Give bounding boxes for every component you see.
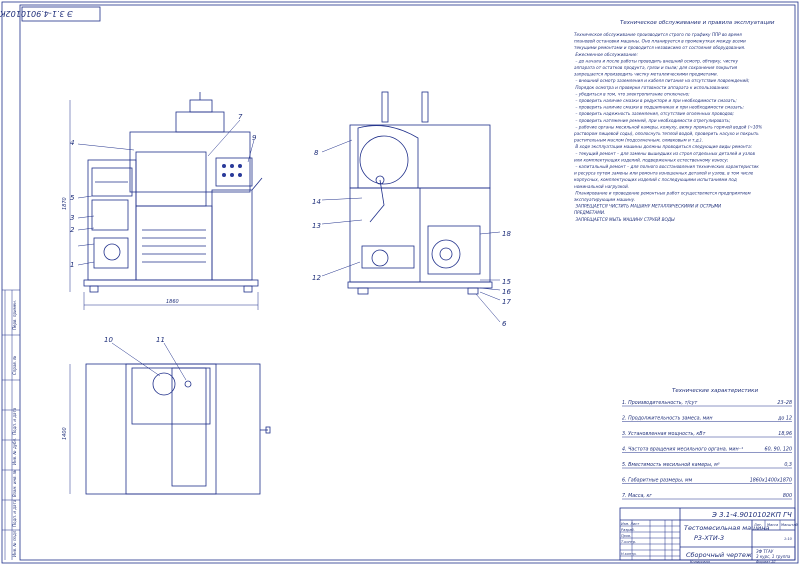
notes-line: аппарата от остатков продукта, грязи и п… bbox=[574, 65, 738, 70]
callout-label: 16 bbox=[502, 288, 511, 296]
callout-label: 11 bbox=[156, 336, 165, 344]
notes-line: номинальной нагрузкой. bbox=[574, 184, 629, 189]
spec-value: 18,96 bbox=[778, 431, 792, 437]
product-code: Р3-ХТИ-3 bbox=[694, 534, 724, 542]
notes-line: запрещается производить чистку металличе… bbox=[574, 72, 718, 77]
callout-label: 2 bbox=[70, 226, 75, 234]
lit-label: Лит. bbox=[753, 523, 762, 527]
notes-line: ЗАПРЕЩАЕТСЯ МЫТЬ МАШИНУ СТРУЕЙ ВОДЫ bbox=[574, 217, 675, 222]
callout-label: 8 bbox=[314, 149, 319, 157]
top-view: 1400 10 11 bbox=[62, 336, 271, 495]
notes-line: – капитальный ремонт – для полного восст… bbox=[574, 164, 759, 169]
scale-value: 1:10 bbox=[784, 537, 793, 541]
strip-label: Взам. инв. № bbox=[12, 470, 17, 497]
spec-label: 5. Вместимость месильной камеры, м³ bbox=[622, 462, 720, 468]
notes-body: Техническое обслуживание производится ст… bbox=[573, 32, 762, 222]
notes-line: – рабочие органы месильной камеры, кожух… bbox=[574, 124, 762, 129]
spec-label: 6. Габаритные размеры, мм bbox=[622, 478, 693, 484]
callout-label: 14 bbox=[312, 198, 321, 206]
spec-value: 60, 90, 120 bbox=[765, 447, 792, 453]
notes-line: – убедиться в том, что электропитание от… bbox=[574, 91, 690, 96]
callout-label: 6 bbox=[502, 320, 507, 328]
spec-label: 4. Частота вращения месильного органа, м… bbox=[622, 447, 743, 453]
spec-value: до 12 bbox=[777, 416, 792, 422]
role-label: Разраб. bbox=[621, 528, 635, 532]
callout-label: 9 bbox=[252, 134, 257, 142]
spec-label: 7. Масса, кг bbox=[622, 493, 652, 499]
notes-line: – текущий ремонт – для замены вышедших и… bbox=[574, 151, 755, 156]
notes-line: – проверить наличие смазки в подшипниках… bbox=[574, 105, 745, 110]
format-label: Формат А1 bbox=[756, 560, 776, 564]
spec-value: 800 bbox=[783, 493, 792, 499]
notes-line: Планирование и проведение ремонтных рабо… bbox=[574, 190, 751, 195]
top-depth-dimension: 1400 bbox=[62, 427, 68, 440]
notes-line: – внешний осмотр заземления и кабеля пит… bbox=[574, 78, 750, 83]
notes-line: и ресурса путем замены или ремонта изнош… bbox=[574, 171, 754, 176]
notes-line: Техническое обслуживание производится ст… bbox=[574, 32, 742, 37]
specs-title: Технические характеристики bbox=[672, 388, 758, 394]
notes-line: или комплектующих изделий, подверженных … bbox=[574, 157, 729, 162]
notes-line: корпусных, комплектующих изделий с после… bbox=[574, 177, 737, 182]
spec-value: 23–28 bbox=[777, 400, 792, 406]
role-label: Н.контр. bbox=[621, 552, 637, 556]
notes-line: – проверить наличие смазки в редукторе и… bbox=[574, 98, 737, 103]
callout-label: 1 bbox=[70, 261, 74, 269]
callout-label: 4 bbox=[70, 139, 74, 147]
notes-line: плановой остановки машины. Оно планирует… bbox=[574, 39, 746, 44]
notes-line: растительным маслом (подсолнечным, оливк… bbox=[573, 138, 703, 143]
tech-characteristics: Технические характеристики 1. Производит… bbox=[622, 388, 792, 500]
callout-label: 10 bbox=[104, 336, 113, 344]
callout-label: 17 bbox=[502, 298, 511, 306]
drawing-canvas: Э 3.1-4.9010102КП ГЧ Перв. примен. Справ… bbox=[0, 1, 798, 564]
mass-label: Масса bbox=[767, 523, 778, 527]
notes-line: В ходе эксплуатации машины должны провод… bbox=[574, 144, 753, 149]
front-width-dimension: 1860 bbox=[166, 299, 179, 305]
role-label: Изм. Лист bbox=[621, 522, 640, 526]
student-group: 3 курс, 1 группа bbox=[756, 554, 791, 559]
drawing-sheet: Э 3.1-4.9010102КП ГЧ Перв. примен. Справ… bbox=[0, 0, 800, 565]
notes-line: ПРЕДМЕТАМИ. bbox=[574, 210, 605, 215]
spec-value: 1860х1400х1870 bbox=[750, 478, 792, 484]
spec-value: 0,3 bbox=[784, 462, 792, 468]
strip-label: Подп. и дата bbox=[12, 499, 17, 527]
spec-label: 1. Производительность, т/сут bbox=[622, 400, 697, 406]
notes-line: текущими ремонтами и проводится независи… bbox=[574, 45, 745, 50]
strip-label: Подп. и дата bbox=[12, 407, 17, 435]
doc-number: Э 3.1-4.9010102КП ГЧ bbox=[711, 511, 792, 519]
front-height-dimension: 1870 bbox=[62, 197, 68, 210]
strip-label: Справ. № bbox=[12, 356, 17, 375]
scale-label: Масштаб bbox=[781, 523, 798, 527]
notes-line: – проверить натяжение ремней, при необхо… bbox=[574, 118, 731, 123]
maintenance-notes: Техническое обслуживание и правила экспл… bbox=[573, 20, 775, 222]
notes-line: Порядок осмотра и проверки готовности ап… bbox=[574, 85, 730, 90]
notes-title: Техническое обслуживание и правила экспл… bbox=[620, 20, 775, 26]
left-binding-strip: Перв. примен. Справ. № Подп. и дата Инв.… bbox=[2, 289, 20, 560]
callout-label: 13 bbox=[312, 222, 321, 230]
role-label: Пров. bbox=[621, 534, 631, 538]
strip-label: Перв. примен. bbox=[12, 300, 17, 330]
callout-label: 15 bbox=[502, 278, 511, 286]
notes-line: – проверить надежность заземления, отсут… bbox=[574, 111, 735, 116]
callout-label: 7 bbox=[238, 113, 243, 121]
corner-stamp-text: Э 3.1-4.9010102КП ГЧ bbox=[0, 9, 74, 18]
title-block: Э 3.1-4.9010102КП ГЧ Тестомесильная маши… bbox=[619, 507, 798, 564]
callout-label: 18 bbox=[502, 230, 511, 238]
strip-label: Инв. № дубл. bbox=[12, 438, 17, 465]
drawing-type: Сборочный чертеж bbox=[686, 551, 752, 559]
callout-label: 3 bbox=[70, 214, 74, 222]
role-label: Т.контр. bbox=[621, 540, 636, 544]
front-view: 1870 1860 4 5 3 2 1 7 9 bbox=[62, 92, 263, 310]
spec-label: 2. Продолжительность замеса, мин bbox=[622, 416, 713, 422]
notes-line: – до начала и после работы проводить вне… bbox=[574, 58, 739, 63]
callout-label: 12 bbox=[312, 274, 321, 282]
notes-line: раствором пищевой соды), ополоснуть тепл… bbox=[573, 131, 759, 136]
notes-line: эксплуатирующим машину. bbox=[574, 197, 635, 202]
notes-line: Ежесменное обслуживание: bbox=[574, 52, 638, 57]
notes-line: ЗАПРЕЩАЕТСЯ ЧИСТИТЬ МАШИНУ МЕТАЛЛИЧЕСКИМ… bbox=[574, 204, 722, 209]
callout-label: 5 bbox=[70, 194, 75, 202]
copied-label: Копировал bbox=[690, 560, 711, 564]
strip-label: Инв. № подл. bbox=[12, 529, 17, 557]
side-view: 8 14 13 12 18 15 16 17 6 bbox=[312, 91, 511, 328]
spec-label: 3. Установленная мощность, кВт bbox=[622, 431, 706, 437]
